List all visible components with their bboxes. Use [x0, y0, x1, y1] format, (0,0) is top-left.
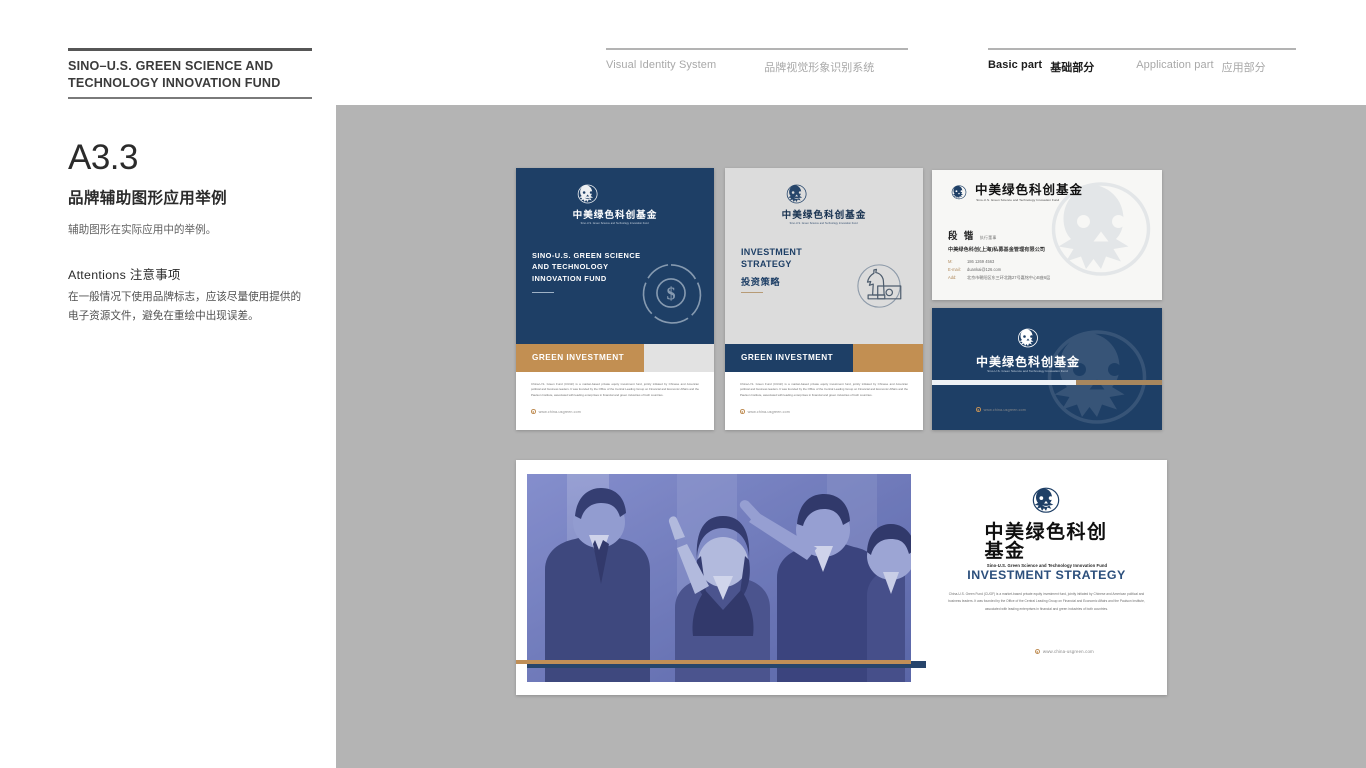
- logo-cn: 中美绿色科创基金: [572, 210, 658, 221]
- navy-card-url-text: www.china-usgreen.com: [983, 407, 1026, 412]
- business-card-name: 段 锴: [948, 231, 975, 242]
- globe-icon: [1034, 649, 1040, 655]
- lion-crest-icon: [786, 184, 807, 204]
- banner-gold-bar: [516, 660, 911, 665]
- brochure-navy-url[interactable]: www.china-usgreen.com: [531, 409, 581, 414]
- business-card-name-row: 段 锴 执行董事: [948, 228, 997, 242]
- brand-guideline-page: SINO–U.S. GREEN SCIENCE AND TECHNOLOGY I…: [0, 0, 1366, 768]
- brochure-navy-band-label: GREEN INVESTMENT: [532, 353, 625, 362]
- brochure-navy-card[interactable]: 中美绿色科创基金 Sino-U.S. Green Science and Tec…: [516, 168, 714, 430]
- contact-value-mobile: 186 1269 4563: [967, 259, 995, 264]
- photo-illustration: [527, 474, 911, 682]
- nav-group-parts: Basic part 基础部分 Application part 应用部分: [988, 48, 1296, 75]
- nav-application-part-en[interactable]: Application part: [1136, 59, 1213, 75]
- nav-visual-identity-en[interactable]: Visual Identity System: [606, 59, 716, 75]
- banner-url-text: www.china-usgreen.com: [1042, 649, 1094, 655]
- logo-cn: 中美绿色科创基金: [781, 210, 867, 221]
- logo-cn: 中美绿色科创基金: [976, 355, 1081, 369]
- brand-rule-bottom: [68, 97, 312, 99]
- business-card-contacts: M: 186 1269 4563 E-mail: duankai@126.com…: [948, 258, 1148, 282]
- section-title: 品牌辅助图形应用举例: [68, 189, 228, 207]
- brochure-light-url[interactable]: www.china-usgreen.com: [740, 409, 790, 414]
- navy-card-stripe-tan: [1076, 380, 1162, 385]
- brochure-navy-body: China-U.S. Green Fund (CUGF) is a market…: [531, 382, 699, 397]
- business-team-photo: [527, 474, 911, 682]
- brand-header: SINO–U.S. GREEN SCIENCE AND TECHNOLOGY I…: [68, 48, 312, 99]
- logo-en: Sino-U.S. Green Science and Technology I…: [580, 221, 650, 225]
- attentions-body: 在一般情况下使用品牌标志，应该尽量使用提供的电子资源文件，避免在重绘中出现误差。: [68, 290, 302, 322]
- brochure-light-band: GREEN INVESTMENT: [725, 344, 923, 372]
- logo-cn: 中美绿色科创基金: [975, 182, 1084, 198]
- contact-value-email: duankai@126.com: [967, 266, 1002, 272]
- banner-logo: 中美绿色科创基金 Sino-U.S. Green Science and Tec…: [985, 484, 1109, 568]
- brochure-light-headline-cn: 投资策略: [741, 277, 781, 288]
- banner-url[interactable]: www.china-usgreen.com: [1034, 649, 1094, 655]
- lion-crest-icon: [1018, 328, 1038, 348]
- contact-label-mobile: M:: [948, 259, 953, 264]
- nav-visual-identity-cn[interactable]: 品牌视觉形象识别系统: [764, 59, 874, 75]
- business-card-title: 执行董事: [979, 235, 997, 240]
- brochure-navy-headline: SINO-U.S. GREEN SCIENCE AND TECHNOLOGY I…: [532, 251, 641, 283]
- contact-row-email: E-mail: duankai@126.com: [948, 266, 1148, 274]
- nav-group-identity: Visual Identity System 品牌视觉形象识别系统: [606, 48, 908, 75]
- knight-chess-banknote-icon: [857, 264, 902, 308]
- lion-crest-icon: [577, 184, 598, 204]
- nav-rule-left: [606, 48, 908, 50]
- globe-icon: [740, 409, 745, 414]
- logo-cn: 中美绿色科创基金: [984, 521, 1108, 562]
- donut-dollar-icon: $: [642, 264, 702, 324]
- lion-crest-icon: [1033, 487, 1060, 513]
- attentions-title: Attentions 注意事项: [68, 267, 181, 282]
- contact-value-address: 北京市朝阳区东三环北路27号嘉铭中心B座6层: [967, 274, 1051, 280]
- contact-row-address: Add: 北京市朝阳区东三环北路27号嘉铭中心B座6层: [948, 274, 1148, 282]
- nav-basic-part-cn[interactable]: 基础部分: [1050, 59, 1094, 75]
- logo-en: Sino-U.S. Green Science and Technology I…: [987, 369, 1069, 373]
- brochure-light-headline-en: INVESTMENT STRATEGY: [741, 247, 803, 270]
- sidebar: A3.3 品牌辅助图形应用举例 辅助图形在实际应用中的举例。 Attention…: [68, 138, 318, 325]
- contact-label-email: E-mail:: [948, 266, 961, 272]
- brochure-navy-cover: 中美绿色科创基金 Sino-U.S. Green Science and Tec…: [516, 168, 714, 344]
- wide-banner-card[interactable]: 中美绿色科创基金 Sino-U.S. Green Science and Tec…: [516, 460, 1167, 695]
- brochure-light-body: China-U.S. Green Fund (CUGF) is a market…: [740, 382, 908, 397]
- brochure-light-card[interactable]: 中美绿色科创基金 Sino-U.S. Green Science and Tec…: [725, 168, 923, 430]
- section-code: A3.3: [68, 138, 139, 177]
- brochure-navy-url-text: www.china-usgreen.com: [538, 409, 581, 414]
- business-card-back[interactable]: 中美绿色科创基金 Sino-U.S. Green Science and Tec…: [932, 308, 1162, 430]
- globe-icon: [531, 409, 536, 414]
- contact-label-address: Add:: [948, 274, 957, 280]
- brochure-light-band-label: GREEN INVESTMENT: [741, 353, 834, 362]
- business-card-front[interactable]: 中美绿色科创基金 Sino-U.S. Green Science and Tec…: [932, 170, 1162, 300]
- globe-icon: [976, 407, 981, 412]
- svg-text:$: $: [667, 284, 676, 304]
- banner-text-panel: 中美绿色科创基金 Sino-U.S. Green Science and Tec…: [926, 460, 1167, 695]
- nav-basic-part-en[interactable]: Basic part: [988, 59, 1042, 75]
- brochure-navy-band: GREEN INVESTMENT: [516, 344, 714, 372]
- nav-application-part-cn[interactable]: 应用部分: [1222, 59, 1266, 75]
- brand-name: SINO–U.S. GREEN SCIENCE AND TECHNOLOGY I…: [68, 59, 281, 90]
- banner-paragraph: China-U.S. Green Fund (CUGF) is a market…: [948, 592, 1145, 611]
- brochure-light-divider: [741, 292, 763, 294]
- brochure-light-cover: 中美绿色科创基金 Sino-U.S. Green Science and Tec…: [725, 168, 923, 344]
- brochure-navy-divider: [532, 292, 554, 294]
- navy-card-stripe: [932, 380, 1162, 385]
- nav-rule-right: [988, 48, 1296, 50]
- section-description: 辅助图形在实际应用中的举例。: [68, 223, 217, 236]
- navy-card-logo: 中美绿色科创基金 Sino-U.S. Green Science and Tec…: [976, 326, 1080, 373]
- lion-crest-icon: [951, 185, 967, 200]
- banner-headline: INVESTMENT STRATEGY: [967, 568, 1126, 582]
- brochure-light-headline: INVESTMENT STRATEGY 投资策略: [741, 246, 851, 288]
- logo-en: Sino-U.S. Green Science and Technology I…: [789, 221, 859, 225]
- artboard-canvas: 中美绿色科创基金 Sino-U.S. Green Science and Tec…: [336, 105, 1366, 768]
- business-card-logo: 中美绿色科创基金 Sino-U.S. Green Science and Tec…: [948, 183, 1083, 203]
- logo-en: Sino-U.S. Green Science and Technology I…: [976, 197, 1060, 202]
- navy-card-url[interactable]: www.china-usgreen.com: [976, 407, 1026, 412]
- contact-row-mobile: M: 186 1269 4563: [948, 258, 1148, 266]
- brochure-light-url-text: www.china-usgreen.com: [747, 409, 790, 414]
- brochure-light-logo: 中美绿色科创基金 Sino-U.S. Green Science and Tec…: [782, 182, 867, 225]
- business-card-company: 中美绿色科创(上海)私募基金管理有限公司: [948, 247, 1046, 253]
- brochure-navy-logo: 中美绿色科创基金 Sino-U.S. Green Science and Tec…: [573, 182, 658, 225]
